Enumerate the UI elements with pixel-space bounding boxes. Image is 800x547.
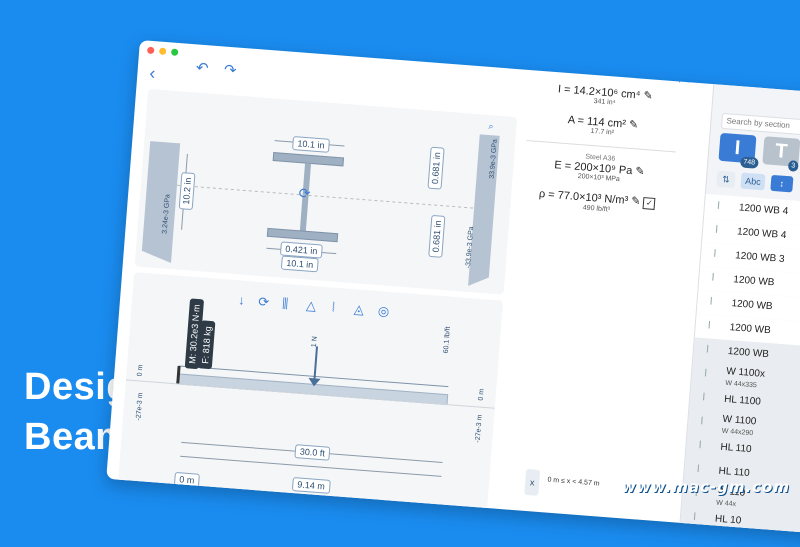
i-beam-icon: I	[709, 295, 714, 308]
beam-view: ↓ ⟳ ⫼ △ ⦚ ◬ ◎ M: 30.2e3 N·m F: 818 kg 1 …	[118, 272, 504, 511]
i-beam-icon: I	[699, 415, 704, 428]
inertia-property[interactable]: I = 14.2×10⁶ cm⁴ ✎ 341 in⁴	[530, 80, 681, 111]
bottom-width-pill[interactable]: 10.1 in	[280, 255, 319, 273]
i-beam-icon: I	[692, 510, 697, 524]
section-browser: Search by section I 748 T 3 ⇅ Abc ↕ I 120…	[679, 84, 800, 536]
share-icon[interactable]: ⇱	[678, 69, 691, 87]
origin-pill[interactable]: 0 m	[173, 471, 200, 488]
left-stress-block	[141, 141, 181, 264]
list-item-name: 1200 WB 3	[734, 250, 785, 266]
i-beam-icon: I	[707, 319, 712, 332]
zoom-icon[interactable]: ⌕	[488, 121, 494, 132]
edit-pencil-icon[interactable]: ✎	[635, 165, 645, 178]
fixed-support	[176, 365, 181, 385]
range-label: 0 m ≤ x < 4.57 m	[547, 476, 600, 488]
i-beam-icon: I	[703, 367, 708, 380]
close-range-button[interactable]: x	[524, 468, 541, 496]
edit-pencil-icon[interactable]: ✎	[631, 195, 641, 208]
list-item-name: HL 110	[720, 441, 752, 456]
list-item-name: 1200 WB	[732, 274, 775, 289]
left-pane: ⟳ ⌕ 10.1 in 0.681 in 10.2 in 0.681 in 0.…	[118, 88, 518, 511]
close-window-button[interactable]	[146, 46, 155, 55]
i-beam-icon: I	[696, 462, 701, 476]
point-load-label: 1 N	[310, 336, 319, 348]
undo-icon[interactable]: ↶	[195, 58, 209, 77]
left-zero-label: 0 m	[136, 364, 145, 377]
density-property[interactable]: ρ = 77.0×10³ N/m³ ✎ ✓ 490 lb/ft³	[521, 186, 672, 218]
list-item-name: 1200 WB 4	[736, 226, 787, 242]
list-item-name: HL 10	[714, 513, 742, 527]
self-weight-checkbox[interactable]: ✓	[642, 197, 656, 210]
t-section-count: 3	[787, 160, 799, 172]
i-section-count: 748	[739, 156, 759, 169]
material-property[interactable]: Steel A36 E = 200×10⁹ Pa ✎ 200×10³ MPa	[524, 149, 676, 187]
area-property[interactable]: A = 114 cm² ✎ 17.7 in²	[527, 110, 678, 141]
i-beam-icon: I	[712, 247, 717, 260]
i-beam-icon: I	[710, 271, 715, 284]
span-ft-pill[interactable]: 30.0 ft	[294, 444, 331, 461]
sort-icon[interactable]: ⇅	[716, 170, 736, 189]
i-beam-icon: I	[705, 343, 710, 356]
list-item-name: HL 1100	[723, 393, 762, 408]
section-list: I 1200 WB 4 I 1200 WB 4 I 1200 WB 3 I 1200 WB I 1…	[680, 84, 800, 536]
list-item-name: W 1100	[722, 413, 757, 428]
i-beam-icon: I	[716, 199, 721, 212]
sort-alpha-button[interactable]: Abc	[740, 172, 766, 191]
right-zero-label: 0 m	[477, 388, 486, 401]
section-view: ⟳ ⌕ 10.1 in 0.681 in 10.2 in 0.681 in 0.…	[134, 88, 518, 295]
list-item-name: 1200 WB 4	[738, 202, 789, 218]
depth-pill[interactable]: 10.2 in	[178, 172, 196, 211]
top-width-pill[interactable]: 10.1 in	[292, 136, 331, 153]
edit-pencil-icon[interactable]: ✎	[628, 119, 638, 132]
watermark: www.mac-gm.com	[621, 478, 790, 496]
span-m-pill[interactable]: 9.14 m	[291, 477, 331, 494]
app-window: ‹ ↶ ↷ ⇱ ⟳ ⌕ 10.1 in 0.681 in 10.2 in 0.6…	[106, 40, 800, 536]
list-item-name: W 1100x	[725, 365, 766, 380]
i-beam-icon: I	[701, 391, 706, 404]
minimize-window-button[interactable]	[158, 47, 167, 56]
list-item-name: 1200 WB	[731, 298, 773, 313]
app-screenshot: ‹ ↶ ↷ ⇱ ⟳ ⌕ 10.1 in 0.681 in 10.2 in 0.6…	[105, 40, 800, 547]
zoom-window-button[interactable]	[170, 48, 179, 56]
window-controls	[146, 46, 179, 56]
list-item-name: 1200 WB	[729, 322, 772, 337]
i-beam-icon: I	[698, 439, 703, 452]
properties-panel: I = 14.2×10⁶ cm⁴ ✎ 341 in⁴ A = 114 cm² ✎…	[521, 80, 681, 228]
back-chevron-icon[interactable]: ‹	[149, 63, 157, 84]
redo-icon[interactable]: ↷	[223, 61, 237, 80]
i-beam-icon: I	[714, 223, 719, 236]
rotate-icon[interactable]: ⟳	[298, 185, 311, 203]
list-item-name: 1200 WB	[727, 346, 770, 361]
edit-pencil-icon[interactable]: ✎	[643, 90, 653, 103]
sort-size-icon[interactable]: ↕	[770, 174, 794, 193]
